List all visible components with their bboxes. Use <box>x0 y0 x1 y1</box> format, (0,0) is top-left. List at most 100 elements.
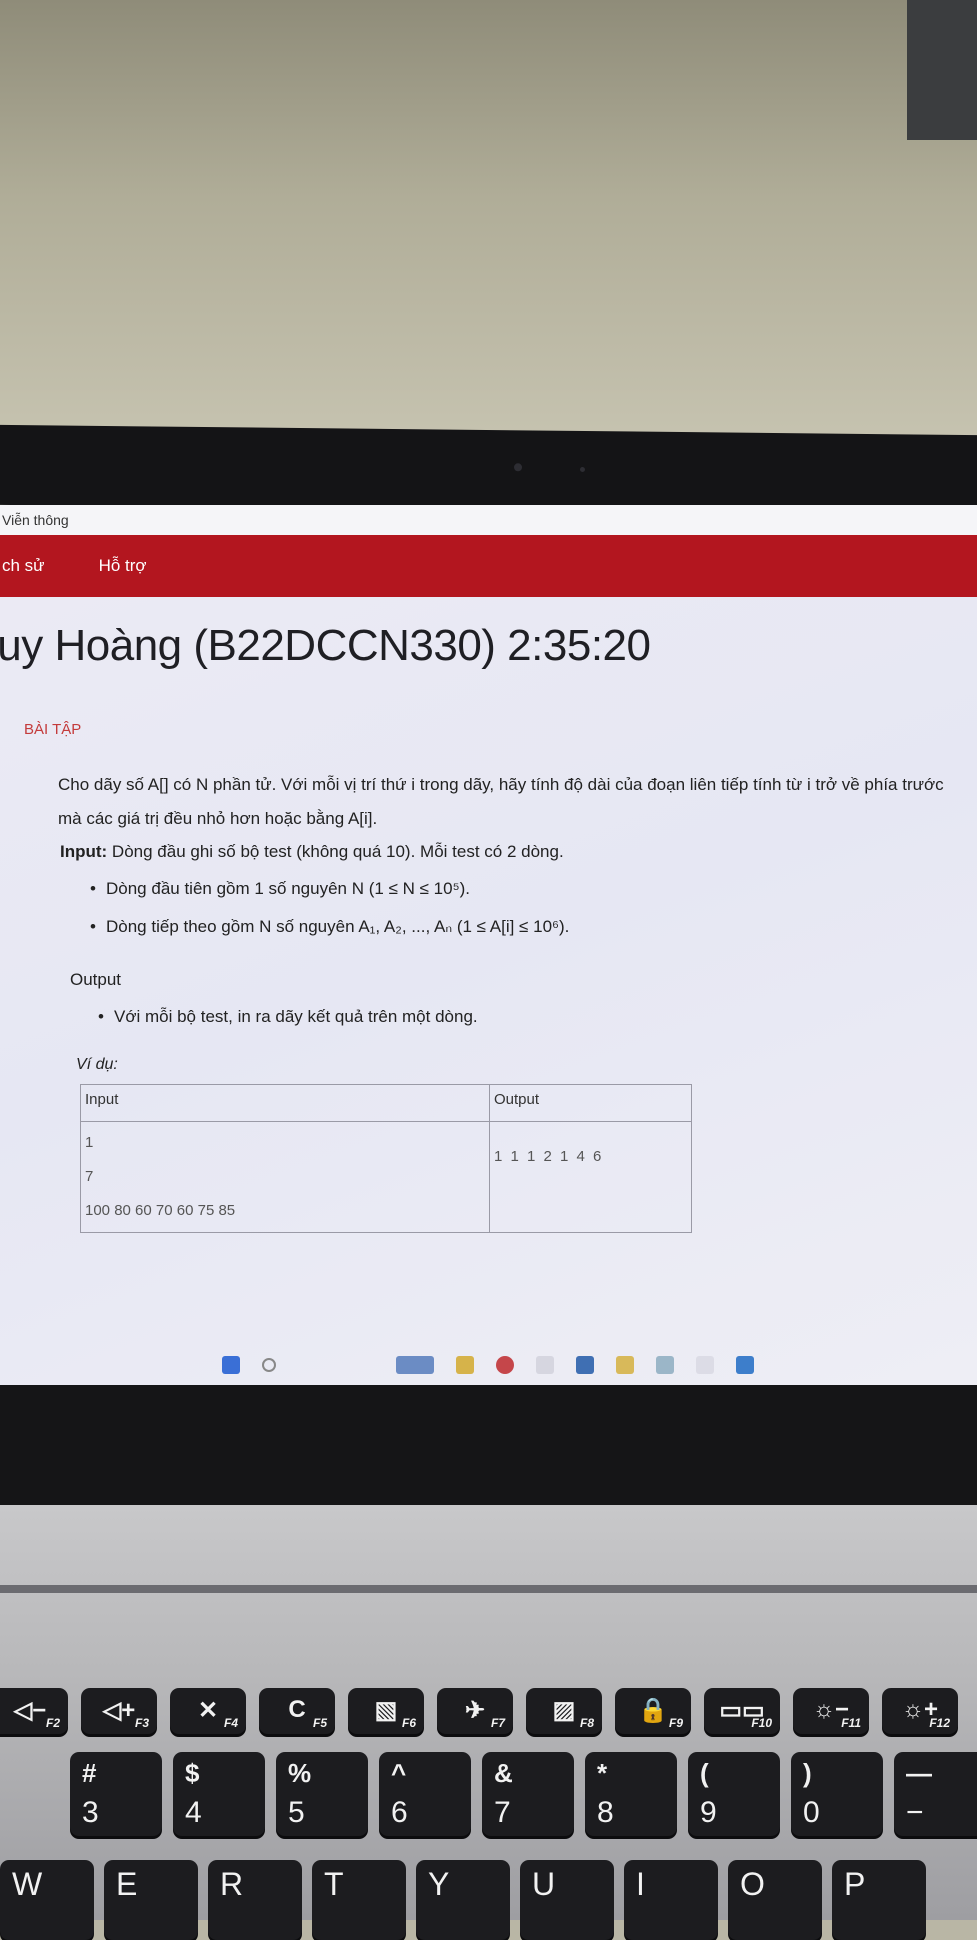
key-number: 3 <box>82 1796 99 1829</box>
table-cell-input: 1 7 100 80 60 70 60 75 85 <box>80 1121 490 1233</box>
tab-title[interactable]: Viễn thông <box>2 512 69 528</box>
wall-fixture <box>907 0 977 140</box>
fkey-label: F5 <box>312 1716 327 1730</box>
output-bullets: Với mỗi bộ test, in ra dãy kết quả trên … <box>98 1002 977 1032</box>
key-y[interactable]: Y <box>416 1860 510 1940</box>
widget-icon[interactable] <box>396 1356 434 1374</box>
key-symbol: ) <box>803 1758 812 1788</box>
nav-item-support[interactable]: Hỗ trợ <box>99 556 147 576</box>
fkey-label: F7 <box>490 1716 505 1730</box>
fkey-f11[interactable]: ☼− F11 <box>793 1688 869 1734</box>
fkey-label: F4 <box>223 1716 238 1730</box>
table-cell-output: 1 1 1 2 1 4 6 <box>489 1121 692 1233</box>
input-label: Input: <box>60 842 108 861</box>
key-number: 6 <box>391 1796 408 1829</box>
vscode-icon[interactable] <box>736 1356 754 1374</box>
key-symbol: — <box>906 1758 932 1788</box>
key-r[interactable]: R <box>208 1860 302 1940</box>
section-label: BÀI TẬP <box>24 721 82 738</box>
table-row: 1 7 100 80 60 70 60 75 85 1 1 1 2 1 4 6 <box>80 1121 692 1233</box>
key-letter: Y <box>428 1866 450 1902</box>
fkey-f8[interactable]: ▨ F8 <box>526 1688 602 1734</box>
file-explorer-icon[interactable] <box>456 1356 474 1374</box>
key-0[interactable]: #3 <box>70 1752 162 1836</box>
list-item: Với mỗi bộ test, in ra dãy kết quả trên … <box>98 1002 977 1032</box>
fkey-label: F6 <box>401 1716 416 1730</box>
fkey-label: F12 <box>929 1716 950 1730</box>
key-5[interactable]: * 8 <box>585 1752 677 1836</box>
app-icon[interactable] <box>696 1356 714 1374</box>
fkey-label: F11 <box>841 1716 861 1730</box>
key-o[interactable]: O <box>728 1860 822 1940</box>
os-taskbar <box>0 1345 977 1385</box>
laptop-bottom-bezel <box>0 1385 977 1505</box>
key-e[interactable]: E <box>104 1860 198 1940</box>
windows-start-icon[interactable] <box>222 1356 240 1374</box>
key-symbol: ( <box>700 1758 709 1788</box>
fkey-f4[interactable]: ✕ F4 <box>170 1688 246 1734</box>
fkey-f12[interactable]: ☼+ F12 <box>882 1688 958 1734</box>
key-3[interactable]: ^ 6 <box>379 1752 471 1836</box>
key-letter: I <box>636 1866 645 1902</box>
key-4[interactable]: & 7 <box>482 1752 574 1836</box>
key-letter: W <box>12 1866 43 1902</box>
key-8[interactable]: — − <box>894 1752 977 1836</box>
search-icon[interactable] <box>262 1358 276 1372</box>
key-letter: O <box>740 1866 765 1902</box>
fkey-f5[interactable]: C F5 <box>259 1688 335 1734</box>
problem-statement: Cho dãy số A[] có N phần tử. Với mỗi vị … <box>58 775 944 828</box>
store-icon[interactable] <box>576 1356 594 1374</box>
key-number: 5 <box>288 1796 305 1829</box>
key-i[interactable]: I <box>624 1860 718 1940</box>
output-line: 1 1 1 2 1 4 6 <box>494 1148 604 1165</box>
key-p[interactable]: P <box>832 1860 926 1940</box>
fkey-f3[interactable]: ◁+ F3 <box>81 1688 157 1734</box>
key-w[interactable]: W <box>0 1860 94 1940</box>
input-line: 100 80 60 70 60 75 85 <box>85 1202 236 1219</box>
fkey-label: F2 <box>45 1716 60 1730</box>
key-number: − <box>906 1796 924 1829</box>
app-icon[interactable] <box>656 1356 674 1374</box>
input-line: 1 <box>85 1134 94 1151</box>
fkey-label: F3 <box>134 1716 149 1730</box>
laptop-screen: Viễn thông ch sử Hỗ trợ luy Hoàng (B22DC… <box>0 505 977 1385</box>
key-number: 9 <box>700 1796 717 1829</box>
key-symbol: % <box>288 1758 312 1788</box>
table-header-output: Output <box>489 1084 692 1122</box>
list-item: Dòng tiếp theo gồm N số nguyên A₁, A₂, .… <box>90 908 977 946</box>
laptop-top-bezel <box>0 424 977 516</box>
fkey-f2[interactable]: ◁− F2 <box>0 1688 68 1734</box>
output-label: Output <box>70 970 122 989</box>
key-t[interactable]: T <box>312 1860 406 1940</box>
key-7[interactable]: ) 0 <box>791 1752 883 1836</box>
fkey-f6[interactable]: ▧ F6 <box>348 1688 424 1734</box>
fkey-f10[interactable]: ▭▭ F10 <box>704 1688 780 1734</box>
site-navbar: ch sử Hỗ trợ <box>0 535 977 597</box>
key-symbol: ^ <box>391 1758 407 1788</box>
key-1[interactable]: $4 <box>173 1752 265 1836</box>
browser-tab-bar: Viễn thông <box>0 505 977 535</box>
nav-item-history[interactable]: ch sử <box>2 556 45 576</box>
key-symbol: # <box>82 1758 97 1788</box>
key-letter: U <box>532 1866 556 1902</box>
input-description: Input: Dòng đầu ghi số bộ test (không qu… <box>60 842 977 862</box>
fkey-f9[interactable]: 🔒 F9 <box>615 1688 691 1734</box>
folder-icon[interactable] <box>616 1356 634 1374</box>
sensor-dot <box>580 466 585 473</box>
app-icon[interactable] <box>536 1356 554 1374</box>
fkey-f7[interactable]: ✈ F7 <box>437 1688 513 1734</box>
key-letter: E <box>116 1866 138 1902</box>
key-6[interactable]: (9 <box>688 1752 780 1836</box>
problem-content: Cho dãy số A[] có N phần tử. Với mỗi vị … <box>0 768 977 1233</box>
key-2[interactable]: % 5 <box>276 1752 368 1836</box>
key-symbol: * <box>597 1758 608 1788</box>
input-bullets: Dòng đầu tiên gồm 1 số nguyên N (1 ≤ N ≤… <box>90 870 977 946</box>
browser-icon[interactable] <box>496 1356 514 1374</box>
keyboard-edge <box>0 1585 977 1593</box>
key-number: 8 <box>597 1796 614 1829</box>
key-u[interactable]: U <box>520 1860 614 1940</box>
key-number: 4 <box>185 1796 202 1829</box>
webcam-icon <box>514 463 522 472</box>
key-number: 7 <box>494 1796 511 1829</box>
key-letter: R <box>220 1866 244 1902</box>
